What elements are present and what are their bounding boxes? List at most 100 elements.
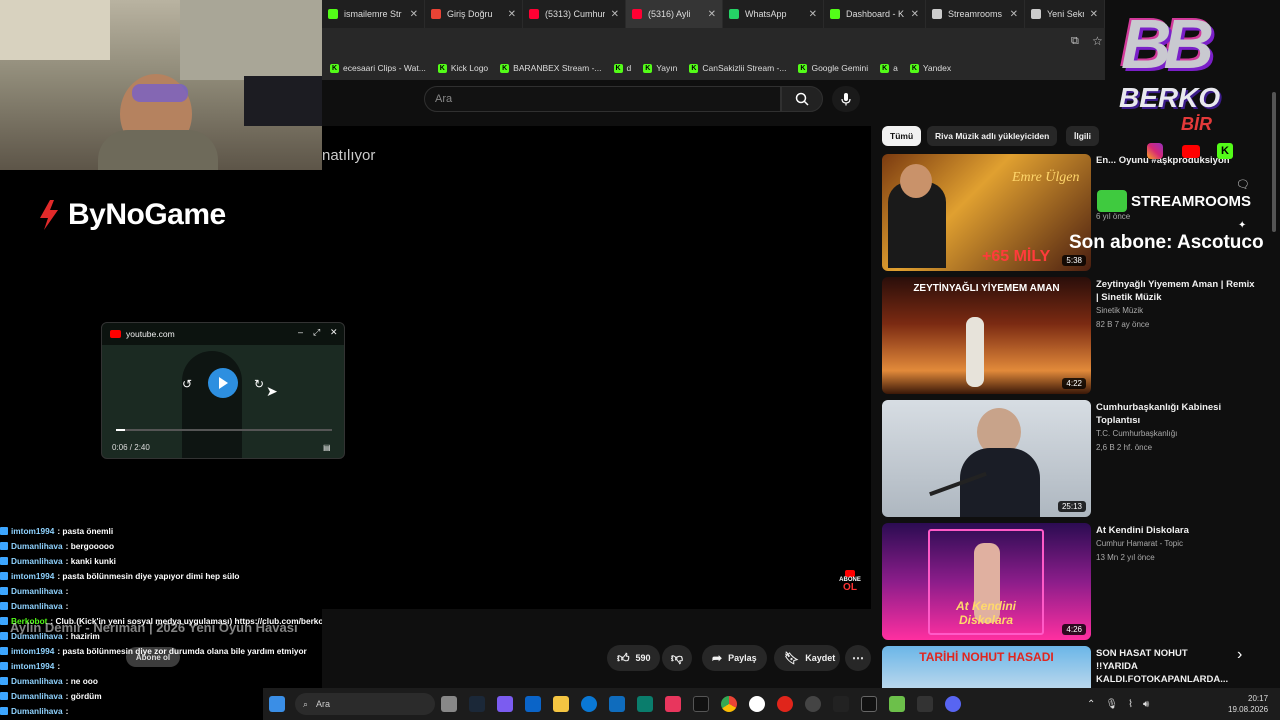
browser-tab[interactable]: Dashboard - K ✕ — [824, 0, 926, 28]
browser-tab[interactable]: Giriş Doğru ✕ — [425, 0, 523, 28]
volume-icon[interactable]: 🔊︎ — [1143, 699, 1149, 710]
chip-all[interactable]: Tümü — [882, 126, 922, 146]
bookmark-favicon-icon: K — [880, 63, 890, 73]
bookmark-item[interactable]: K Kick Logo — [437, 63, 488, 73]
bookmark-item[interactable]: K Yandex — [909, 63, 951, 73]
rec-thumbnail[interactable]: Emre Ülgen +65 MİLY 5:38 — [882, 154, 1091, 271]
chrome-icon[interactable] — [721, 696, 737, 712]
streamlabs-icon[interactable] — [665, 696, 681, 712]
store-icon[interactable] — [525, 696, 541, 712]
microphone-icon[interactable]: 🎙︎ — [1105, 699, 1118, 710]
mini-progress-track[interactable] — [116, 429, 332, 431]
close-icon[interactable]: ✕ — [330, 327, 338, 338]
subscribe-watermark[interactable]: ABONE OL — [836, 570, 864, 596]
tab-close-icon[interactable]: ✕ — [508, 9, 516, 20]
tab-close-icon[interactable]: ✕ — [911, 9, 919, 20]
minimize-icon[interactable]: – — [298, 327, 303, 337]
rec-thumbnail[interactable]: TARİHİ NOHUT HASADI — [882, 646, 1091, 688]
chip-related[interactable]: İlgili — [1066, 126, 1099, 146]
tab-close-icon[interactable]: ✕ — [809, 9, 817, 20]
rec-channel[interactable]: T.C. Cumhurbaşkanlığı — [1096, 427, 1177, 441]
rec-title[interactable]: At Kendini Diskolara — [1096, 524, 1256, 537]
chat-username: Dumanlihava — [11, 706, 63, 716]
forward-icon[interactable]: ↻ — [254, 377, 264, 391]
thumb-overlay-text: At Kendini Diskolara — [956, 599, 1016, 627]
taskbar-search[interactable]: ⌕ Ara — [295, 693, 435, 715]
wifi-icon[interactable]: ⌇ — [1128, 699, 1133, 710]
tab-close-icon[interactable]: ✕ — [410, 9, 418, 20]
browser-tab[interactable]: (5316) Ayli ✕ — [626, 0, 723, 28]
rec-thumbnail[interactable]: At Kendini Diskolara 4:26 — [882, 523, 1091, 640]
yandex-icon[interactable] — [749, 696, 765, 712]
edge-icon[interactable] — [581, 696, 597, 712]
rec-channel[interactable]: Sinetik Müzik — [1096, 304, 1143, 318]
bookmark-item[interactable]: K Yayın — [643, 63, 677, 73]
tab-close-icon[interactable]: ✕ — [708, 9, 716, 20]
mail-icon[interactable] — [609, 696, 625, 712]
like-button[interactable]: 👍︎ 590 — [607, 645, 660, 671]
mini-player[interactable]: youtube.com – ⤢ ✕ ↺ ↻ ➤ 0:06 / 2:40 ▤ — [101, 322, 345, 459]
search-button[interactable] — [781, 86, 823, 112]
search-input[interactable]: Ara — [424, 86, 781, 112]
bookmark-favicon-icon: K — [798, 63, 808, 73]
youtube-icon — [110, 330, 121, 338]
kick-icon: K — [1217, 143, 1233, 159]
chat-badge-icon — [0, 632, 8, 640]
chip-uploader[interactable]: Riva Müzik adlı yükleyiciden — [927, 126, 1058, 146]
task-view-icon[interactable] — [441, 696, 457, 712]
rec-thumbnail[interactable]: 25:13 — [882, 400, 1091, 517]
browser-tab[interactable]: (5313) Cumhur ✕ — [523, 0, 626, 28]
obs-icon[interactable] — [833, 696, 849, 712]
github-icon[interactable] — [917, 696, 933, 712]
opera-icon[interactable] — [777, 696, 793, 712]
rec-thumbnail[interactable]: ZEYTİNYAĞLI YİYEMEM AMAN 4:22 — [882, 277, 1091, 394]
windows-start-icon[interactable] — [269, 696, 285, 712]
browser-tab[interactable]: ismailemre Str ✕ — [322, 0, 425, 28]
bookmark-item[interactable]: Ka — [880, 63, 898, 73]
system-clock[interactable]: 20:17 19.08.2026 — [1228, 693, 1268, 715]
voice-search-button[interactable] — [832, 86, 860, 112]
rec-channel[interactable]: Cumhur Hamarat - Topic — [1096, 537, 1183, 551]
subscribe-button[interactable]: Abone ol — [126, 647, 180, 667]
browser-tab[interactable]: Streamrooms ✕ — [926, 0, 1025, 28]
scrollbar[interactable] — [1272, 92, 1276, 232]
dislike-button[interactable]: 👎︎ — [662, 645, 692, 671]
bookmark-item[interactable]: K BARANBEX Stream -... — [500, 63, 602, 73]
play-button[interactable] — [208, 368, 238, 398]
chat-badge-icon — [0, 572, 8, 580]
browser-tab[interactable]: WhatsApp ✕ — [723, 0, 824, 28]
rec-title[interactable]: Zeytinyağlı Yiyemem Aman | Remix | Sinet… — [1096, 278, 1256, 304]
rec-title[interactable]: Cumhurbaşkanlığı Kabinesi Toplantısı — [1096, 401, 1256, 427]
bookmark-item[interactable]: K CanSakizlii Stream -... — [689, 63, 786, 73]
app-icon[interactable] — [637, 696, 653, 712]
tab-close-icon[interactable]: ✕ — [611, 9, 619, 20]
discord-icon[interactable] — [945, 696, 961, 712]
app-green-icon[interactable] — [889, 696, 905, 712]
chevron-right-icon[interactable]: › — [1237, 646, 1242, 664]
bookmark-item[interactable]: Kd — [613, 63, 631, 73]
browser-tab[interactable]: Yeni Sekme ✕ — [1025, 0, 1105, 28]
maximize-icon[interactable]: ⤢ — [313, 327, 320, 338]
copilot-icon[interactable] — [497, 696, 513, 712]
video-player[interactable] — [322, 126, 871, 609]
rec-title[interactable]: SON HASAT NOHUT !!YARIDA KALDI.FOTOKAPAN… — [1096, 647, 1228, 686]
chevron-up-icon[interactable]: ⌃ — [1087, 699, 1095, 710]
save-button[interactable]: 🔖︎ Kaydet — [774, 645, 840, 671]
tiktok-icon[interactable] — [693, 696, 709, 712]
speedometer-icon[interactable] — [805, 696, 821, 712]
settings-icon[interactable] — [861, 696, 877, 712]
steam-icon[interactable] — [469, 696, 485, 712]
more-actions-button[interactable]: ⋯ — [845, 645, 871, 671]
address-bar[interactable]: ⧉ ☆ — [322, 28, 1105, 56]
bookmark-item[interactable]: K Google Gemini — [798, 63, 868, 73]
folder-icon[interactable] — [553, 696, 569, 712]
screenshot-icon[interactable]: ⧉ — [1071, 35, 1079, 48]
tab-close-icon[interactable]: ✕ — [1010, 9, 1018, 20]
bookmark-item[interactable]: Kecesaari Clips - Wat... — [330, 63, 426, 73]
rewind-icon[interactable]: ↺ — [182, 377, 192, 391]
bookmark-star-icon[interactable]: ☆ — [1092, 34, 1103, 48]
share-button[interactable]: ➦ Paylaş — [702, 645, 767, 671]
chat-badge-icon — [0, 647, 8, 655]
captions-icon[interactable]: ▤ — [323, 443, 331, 452]
tab-close-icon[interactable]: ✕ — [1090, 9, 1098, 20]
